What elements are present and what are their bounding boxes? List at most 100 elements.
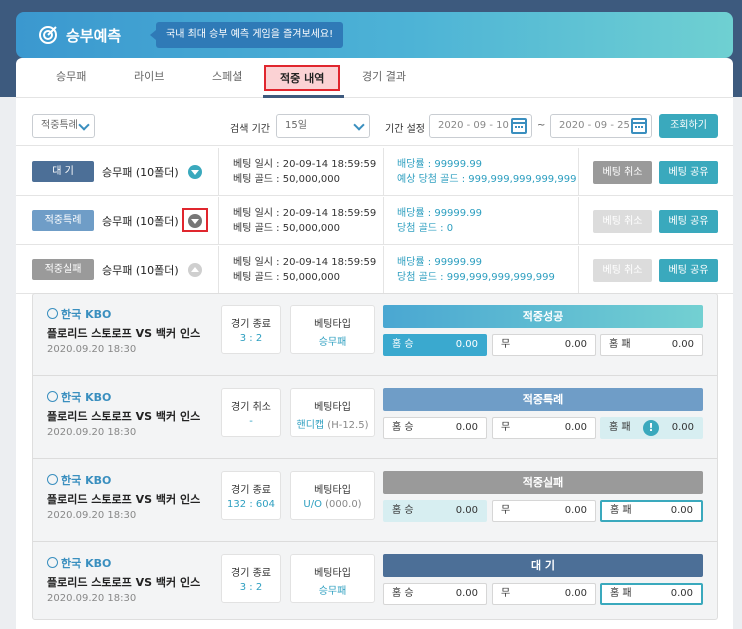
odd-home-win[interactable]: 홈 승 0.00: [383, 334, 487, 356]
odd-home-lose[interactable]: 홈 패 0.00: [600, 334, 703, 356]
calendar-icon[interactable]: [631, 118, 647, 134]
bet-row: 적중실패 승무패 (10폴더) 베팅 일시 : 20-09-14 18:59:5…: [16, 246, 733, 294]
bet-win: 당첨 골드 : 999,999,999,999,999: [397, 272, 555, 283]
match-teams: 플로리드 스토로프 VS 백커 인스: [47, 493, 201, 506]
bet-rate: 배당률 : 99999.99: [397, 159, 483, 170]
bet-payout: 배당률 : 99999.99 당첨 골드 : 0: [397, 206, 482, 236]
period-select-value: 15일: [285, 120, 307, 131]
match-date: 2020.09.20 18:30: [47, 593, 137, 604]
odd-home-lose[interactable]: 홈 패 0.00: [600, 583, 703, 605]
date-from-field[interactable]: 2020 - 09 - 10: [429, 114, 532, 138]
expand-toggle-icon[interactable]: [188, 165, 202, 179]
tab-special[interactable]: 스페셜: [212, 68, 242, 84]
globe-icon: [47, 308, 58, 319]
cancel-bet-button[interactable]: 베팅 취소: [593, 210, 652, 233]
match-date: 2020.09.20 18:30: [47, 427, 137, 438]
result-bar: 적중특례: [383, 388, 703, 411]
status-badge: 적중실패: [32, 259, 94, 280]
period-select[interactable]: 15일: [276, 114, 370, 138]
match-row: 한국 KBO 플로리드 스토로프 VS 백커 인스 2020.09.20 18:…: [33, 377, 717, 459]
odd-home-win[interactable]: 홈 승 0.00: [383, 417, 487, 439]
calendar-icon[interactable]: [511, 118, 527, 134]
odd-draw[interactable]: 무 0.00: [492, 334, 596, 356]
bet-win: 예상 당첨 골드 : 999,999,999,999,999: [397, 174, 577, 185]
header-bar: 승부예측 국내 최대 승부 예측 게임을 즐겨보세요!: [16, 12, 733, 58]
odd-draw[interactable]: 무 0.00: [492, 583, 596, 605]
collapse-toggle-icon[interactable]: [188, 263, 202, 277]
date-to-value: 2020 - 09 - 25: [559, 120, 630, 131]
period-label: 검색 기간: [230, 124, 270, 135]
bet-date: 베팅 일시 : 20-09-14 18:59:59: [233, 208, 377, 219]
bet-name: 승무패 (10폴더): [102, 264, 179, 277]
app-title: 승부예측: [66, 27, 122, 45]
league-label: 한국 KBO: [47, 472, 111, 488]
odd-home-win[interactable]: 홈 승 0.00: [383, 500, 487, 522]
match-teams: 플로리드 스토로프 VS 백커 인스: [47, 327, 201, 340]
search-button[interactable]: 조회하기: [659, 114, 718, 138]
globe-icon: [47, 391, 58, 402]
bet-info: 베팅 일시 : 20-09-14 18:59:59 베팅 골드 : 50,000…: [233, 157, 376, 187]
bet-date: 베팅 일시 : 20-09-14 18:59:59: [233, 159, 377, 170]
type-select-value: 적중특례: [41, 120, 78, 131]
bet-type-box: 베팅타입 핸디캡 (H-12.5): [290, 388, 375, 437]
game-status-box: 경기 종료 132 : 604: [221, 471, 281, 520]
target-icon: [39, 26, 57, 44]
share-bet-button[interactable]: 베팅 공유: [659, 259, 718, 282]
bet-gold: 베팅 골드 : 50,000,000: [233, 223, 340, 234]
share-bet-button[interactable]: 베팅 공유: [659, 161, 718, 184]
active-tab-indicator: [263, 95, 344, 98]
bet-row: 대 기 승무패 (10폴더) 베팅 일시 : 20-09-14 18:59:59…: [16, 148, 733, 196]
cancel-bet-button[interactable]: 베팅 취소: [593, 259, 652, 282]
bet-detail-panel: 한국 KBO 플로리드 스토로프 VS 백커 인스 2020.09.20 18:…: [32, 293, 718, 620]
result-bar: 대 기: [383, 554, 703, 577]
bet-payout: 배당률 : 99999.99 당첨 골드 : 999,999,999,999,9…: [397, 255, 555, 285]
bet-name: 승무패 (10폴더): [102, 166, 179, 179]
globe-icon: [47, 474, 58, 485]
tab-live[interactable]: 라이브: [134, 68, 164, 84]
range-label: 기간 설정: [385, 124, 425, 135]
tab-hit-history[interactable]: 적중 내역: [264, 65, 341, 91]
main-card: 승무패 라이브 스페셜 적중 내역 경기 결과 적중특례 검색 기간 15일 기…: [16, 58, 733, 629]
odd-home-win[interactable]: 홈 승 0.00: [383, 583, 487, 605]
bet-rate: 배당률 : 99999.99: [397, 208, 483, 219]
expand-toggle-icon[interactable]: [188, 214, 202, 228]
tab-win-draw-lose[interactable]: 승무패: [56, 68, 86, 84]
date-from-value: 2020 - 09 - 10: [438, 120, 509, 131]
share-bet-button[interactable]: 베팅 공유: [659, 210, 718, 233]
odd-home-lose[interactable]: 홈 패! 0.00: [600, 417, 703, 439]
match-row: 한국 KBO 플로리드 스토로프 VS 백커 인스 2020.09.20 18:…: [33, 460, 717, 542]
bet-row: 적중특례 승무패 (10폴더) 베팅 일시 : 20-09-14 18:59:5…: [16, 197, 733, 245]
odd-draw[interactable]: 무 0.00: [492, 500, 596, 522]
chevron-down-icon: [353, 119, 365, 131]
league-label: 한국 KBO: [47, 306, 111, 322]
match-date: 2020.09.20 18:30: [47, 344, 137, 355]
league-label: 한국 KBO: [47, 389, 111, 405]
result-bar: 적중성공: [383, 305, 703, 328]
type-select[interactable]: 적중특례: [32, 114, 95, 138]
bet-type-box: 베팅타입 U/O (000.0): [290, 471, 375, 520]
odd-home-lose[interactable]: 홈 패 0.00: [600, 500, 703, 522]
odd-draw[interactable]: 무 0.00: [492, 417, 596, 439]
tagline-bubble: 국내 최대 승부 예측 게임을 즐겨보세요!: [149, 22, 344, 48]
bet-info: 베팅 일시 : 20-09-14 18:59:59 베팅 골드 : 50,000…: [233, 255, 376, 285]
bet-type-box: 베팅타입 승무패: [290, 305, 375, 354]
bet-name: 승무패 (10폴더): [102, 215, 179, 228]
result-bar: 적중실패: [383, 471, 703, 494]
bet-gold: 베팅 골드 : 50,000,000: [233, 272, 340, 283]
match-row: 한국 KBO 플로리드 스토로프 VS 백커 인스 2020.09.20 18:…: [33, 543, 717, 625]
status-badge: 대 기: [32, 161, 94, 182]
chevron-down-icon: [78, 119, 90, 131]
bet-type-box: 베팅타입 승무패: [290, 554, 375, 603]
tab-bar: 승무패 라이브 스페셜 적중 내역 경기 결과: [16, 58, 733, 98]
globe-icon: [47, 557, 58, 568]
cancel-bet-button[interactable]: 베팅 취소: [593, 161, 652, 184]
bet-date: 베팅 일시 : 20-09-14 18:59:59: [233, 257, 377, 268]
date-separator: ~: [537, 120, 546, 131]
match-row: 한국 KBO 플로리드 스토로프 VS 백커 인스 2020.09.20 18:…: [33, 294, 717, 376]
warning-icon[interactable]: !: [643, 420, 659, 436]
match-teams: 플로리드 스토로프 VS 백커 인스: [47, 410, 201, 423]
tab-game-results[interactable]: 경기 결과: [362, 68, 406, 84]
date-to-field[interactable]: 2020 - 09 - 25: [550, 114, 652, 138]
match-teams: 플로리드 스토로프 VS 백커 인스: [47, 576, 201, 589]
bet-payout: 배당률 : 99999.99 예상 당첨 골드 : 999,999,999,99…: [397, 157, 576, 187]
